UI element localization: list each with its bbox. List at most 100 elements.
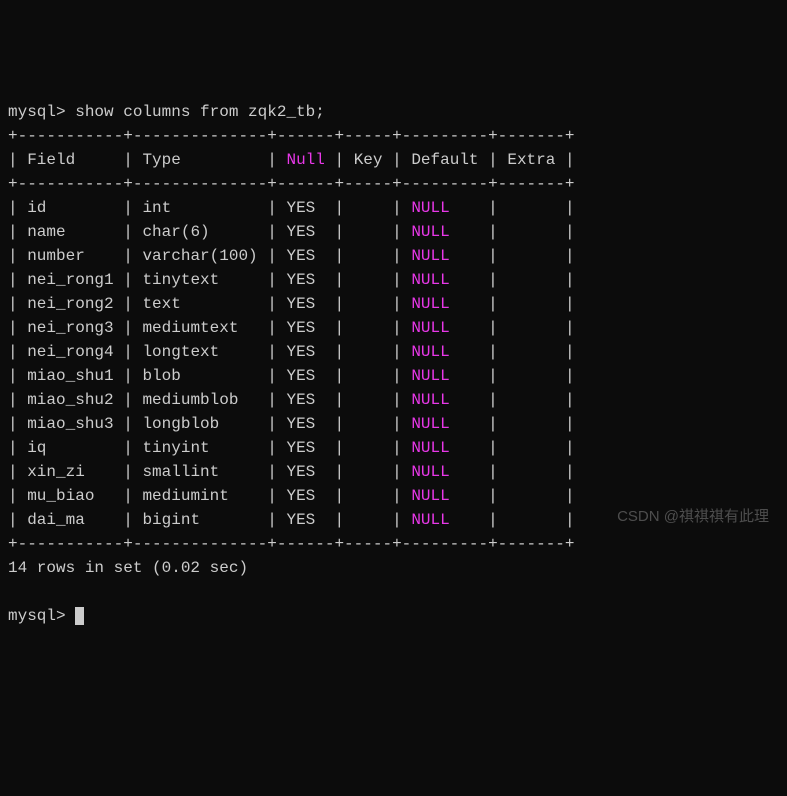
- prompt-line[interactable]: mysql>: [8, 604, 779, 628]
- cell-field: number: [27, 247, 113, 265]
- cell-extra: [507, 415, 555, 433]
- cell-default: NULL: [411, 439, 449, 457]
- cell-extra: [507, 487, 555, 505]
- cell-extra: [507, 367, 555, 385]
- cell-null: YES: [286, 511, 324, 529]
- table-row: | mu_biao | mediumint | YES | | NULL | |: [8, 484, 779, 508]
- header-null: Null: [286, 151, 324, 169]
- cell-key: [354, 199, 383, 217]
- cell-type: varchar(100): [142, 247, 257, 265]
- table-row: | nei_rong2 | text | YES | | NULL | |: [8, 292, 779, 316]
- cell-extra: [507, 319, 555, 337]
- cell-null: YES: [286, 439, 324, 457]
- table-row: | name | char(6) | YES | | NULL | |: [8, 220, 779, 244]
- cell-key: [354, 391, 383, 409]
- cell-key: [354, 463, 383, 481]
- cell-null: YES: [286, 247, 324, 265]
- cell-default: NULL: [411, 463, 449, 481]
- cell-null: YES: [286, 295, 324, 313]
- cell-key: [354, 319, 383, 337]
- cell-type: blob: [142, 367, 257, 385]
- cell-null: YES: [286, 487, 324, 505]
- cell-default: NULL: [411, 511, 449, 529]
- cell-field: miao_shu1: [27, 367, 113, 385]
- cell-default: NULL: [411, 223, 449, 241]
- header-default: Default: [411, 151, 478, 169]
- cell-type: longblob: [142, 415, 257, 433]
- separator-top: +-----------+--------------+------+-----…: [8, 124, 779, 148]
- cell-key: [354, 439, 383, 457]
- cell-key: [354, 223, 383, 241]
- cell-field: miao_shu3: [27, 415, 113, 433]
- table-row: | xin_zi | smallint | YES | | NULL | |: [8, 460, 779, 484]
- table-row: | nei_rong4 | longtext | YES | | NULL | …: [8, 340, 779, 364]
- cell-type: text: [142, 295, 257, 313]
- table-header-row: | Field | Type | Null | Key | Default | …: [8, 148, 779, 172]
- cursor: [75, 607, 84, 625]
- cell-key: [354, 271, 383, 289]
- cell-extra: [507, 343, 555, 361]
- table-row: | miao_shu3 | longblob | YES | | NULL | …: [8, 412, 779, 436]
- table-row: | iq | tinyint | YES | | NULL | |: [8, 436, 779, 460]
- header-key: Key: [354, 151, 383, 169]
- separator-bottom: +-----------+--------------+------+-----…: [8, 532, 779, 556]
- cell-null: YES: [286, 415, 324, 433]
- cell-default: NULL: [411, 343, 449, 361]
- cell-key: [354, 367, 383, 385]
- cell-null: YES: [286, 463, 324, 481]
- table-row: | miao_shu1 | blob | YES | | NULL | |: [8, 364, 779, 388]
- cell-default: NULL: [411, 199, 449, 217]
- cell-null: YES: [286, 319, 324, 337]
- cell-extra: [507, 439, 555, 457]
- cell-type: tinytext: [142, 271, 257, 289]
- table-row: | number | varchar(100) | YES | | NULL |…: [8, 244, 779, 268]
- cell-default: NULL: [411, 247, 449, 265]
- cell-field: name: [27, 223, 113, 241]
- cell-key: [354, 415, 383, 433]
- cell-type: int: [142, 199, 257, 217]
- cell-type: longtext: [142, 343, 257, 361]
- cell-key: [354, 247, 383, 265]
- watermark: CSDN @祺祺祺有此理: [617, 506, 769, 529]
- cell-null: YES: [286, 223, 324, 241]
- cell-null: YES: [286, 199, 324, 217]
- cell-key: [354, 511, 383, 529]
- cell-null: YES: [286, 367, 324, 385]
- cell-null: YES: [286, 271, 324, 289]
- cell-field: nei_rong3: [27, 319, 113, 337]
- cell-type: tinyint: [142, 439, 257, 457]
- cell-default: NULL: [411, 487, 449, 505]
- cell-field: dai_ma: [27, 511, 113, 529]
- sql-command: show columns from zqk2_tb;: [75, 103, 325, 121]
- cell-extra: [507, 463, 555, 481]
- header-type: Type: [142, 151, 257, 169]
- separator-mid: +-----------+--------------+------+-----…: [8, 172, 779, 196]
- cell-field: miao_shu2: [27, 391, 113, 409]
- command-line: mysql> show columns from zqk2_tb;: [8, 100, 779, 124]
- cell-default: NULL: [411, 367, 449, 385]
- table-row: | nei_rong3 | mediumtext | YES | | NULL …: [8, 316, 779, 340]
- cell-field: iq: [27, 439, 113, 457]
- cell-extra: [507, 247, 555, 265]
- cell-field: xin_zi: [27, 463, 113, 481]
- cell-extra: [507, 295, 555, 313]
- cell-type: mediumblob: [142, 391, 257, 409]
- cell-key: [354, 487, 383, 505]
- cell-extra: [507, 223, 555, 241]
- cell-extra: [507, 391, 555, 409]
- cell-null: YES: [286, 343, 324, 361]
- cell-extra: [507, 271, 555, 289]
- cell-type: smallint: [142, 463, 257, 481]
- cell-type: mediumtext: [142, 319, 257, 337]
- cell-field: mu_biao: [27, 487, 113, 505]
- cell-type: bigint: [142, 511, 257, 529]
- table-row: | miao_shu2 | mediumblob | YES | | NULL …: [8, 388, 779, 412]
- cell-key: [354, 343, 383, 361]
- cell-default: NULL: [411, 391, 449, 409]
- cell-field: nei_rong4: [27, 343, 113, 361]
- cell-default: NULL: [411, 319, 449, 337]
- result-footer: 14 rows in set (0.02 sec): [8, 556, 779, 580]
- cell-default: NULL: [411, 415, 449, 433]
- header-field: Field: [27, 151, 113, 169]
- cell-extra: [507, 511, 555, 529]
